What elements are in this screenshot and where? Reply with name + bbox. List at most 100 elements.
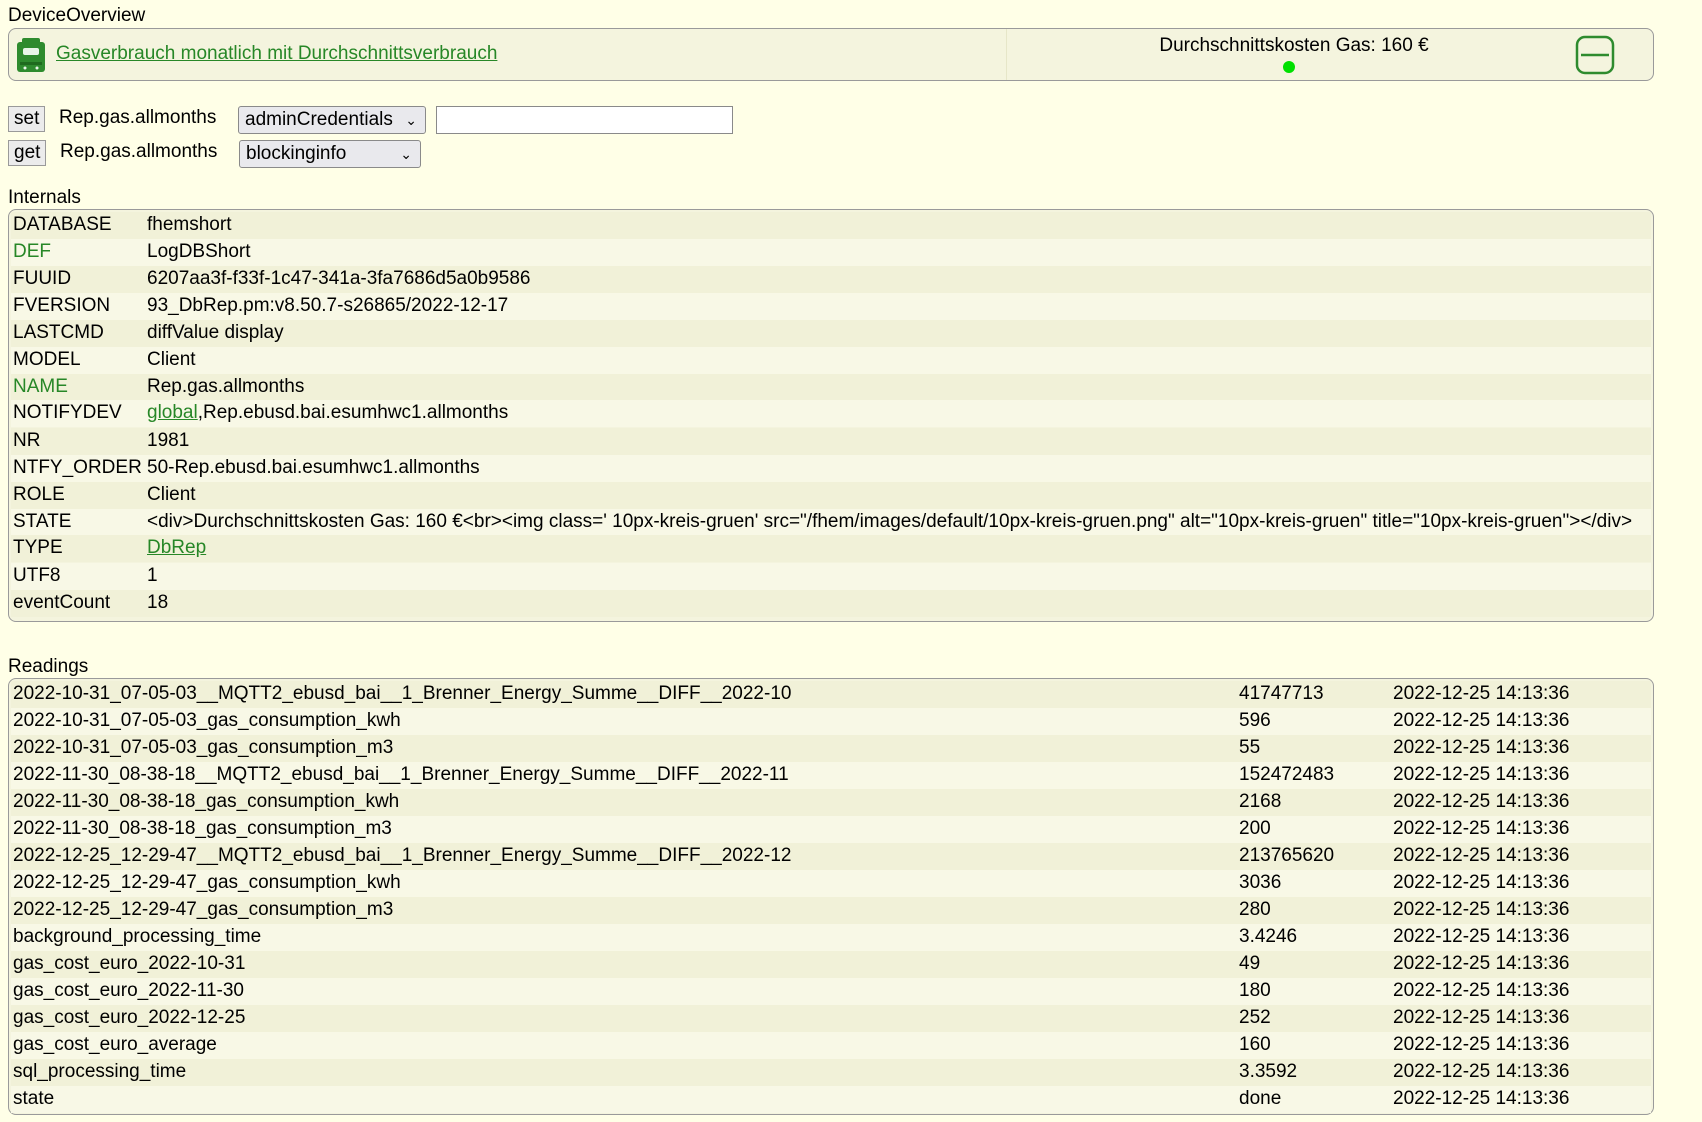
reading-name[interactable]: 2022-11-30_08-38-18__MQTT2_ebusd_bai__1_… <box>13 764 789 786</box>
reading-name[interactable]: gas_cost_euro_average <box>13 1034 217 1056</box>
reading-name[interactable]: sql_processing_time <box>13 1061 186 1083</box>
chevron-down-icon: ⌄ <box>400 146 412 162</box>
reading-name[interactable]: 2022-12-25_12-29-47__MQTT2_ebusd_bai__1_… <box>13 845 791 867</box>
reading-value: 213765620 <box>1239 845 1335 866</box>
internal-value: Rep.gas.allmonths <box>147 376 305 397</box>
internal-value: global,Rep.ebusd.bai.esumhwc1.allmonths <box>147 402 508 424</box>
internal-value: 18 <box>147 592 169 613</box>
internals-table: DATABASE fhemshort DEF LogDBShort FUUID 6207a… <box>8 209 1654 622</box>
internal-value: Client <box>147 484 196 505</box>
reading-value: 2168 <box>1239 791 1282 812</box>
reading-timestamp: 2022-12-25 14:13:36 <box>1393 1007 1570 1028</box>
internal-name: FUUID <box>13 268 72 289</box>
reading-name[interactable]: 2022-12-25_12-29-47_gas_consumption_kwh <box>13 872 401 894</box>
reading-row: 2022-12-25_12-29-47_gas_consumption_kwh 3… <box>11 870 1651 897</box>
get-button[interactable]: get <box>8 140 47 166</box>
set-select[interactable]: adminCredentials ⌄ <box>238 106 426 134</box>
internal-value-rest: ,Rep.ebusd.bai.esumhwc1.allmonths <box>197 402 509 423</box>
reading-name[interactable]: 2022-11-30_08-38-18_gas_consumption_kwh <box>13 791 399 813</box>
chevron-down-icon: ⌄ <box>405 112 417 128</box>
reading-timestamp: 2022-12-25 14:13:36 <box>1393 1061 1570 1082</box>
reading-timestamp: 2022-12-25 14:13:36 <box>1393 683 1570 704</box>
readings-table: 2022-10-31_07-05-03__MQTT2_ebusd_bai__1_… <box>8 678 1654 1115</box>
reading-row: background_processing_time 3.4246 2022-12-… <box>11 924 1651 951</box>
reading-row: state done 2022-12-25 14:13:36 <box>11 1086 1651 1113</box>
internal-row: NTFY_ORDER 50-Rep.ebusd.bai.esumhwc1.allm… <box>11 455 1651 482</box>
reading-row: gas_cost_euro_2022-12-25 252 2022-12-25 14… <box>11 1005 1651 1032</box>
get-select[interactable]: blockinginfo ⌄ <box>239 140 421 168</box>
reading-name[interactable]: background_processing_time <box>13 926 261 948</box>
internal-name: UTF8 <box>13 565 61 586</box>
reading-value: 3.3592 <box>1239 1061 1298 1082</box>
internal-row: ROLE Client <box>11 482 1651 509</box>
reading-value: 49 <box>1239 953 1261 974</box>
internal-value: Client <box>147 349 196 370</box>
reading-row: gas_cost_euro_average 160 2022-12-25 14:13… <box>11 1032 1651 1059</box>
internal-name: LASTCMD <box>13 322 104 343</box>
device-overview-title: DeviceOverview <box>8 5 146 26</box>
reading-row: 2022-10-31_07-05-03_gas_consumption_m3 55… <box>11 735 1651 762</box>
internal-row: TYPE DbRep <box>11 535 1651 562</box>
internal-name: NOTIFYDEV <box>13 402 122 423</box>
internal-name: ROLE <box>13 484 65 505</box>
set-button[interactable]: set <box>8 106 46 132</box>
internal-name[interactable]: NAME <box>13 376 68 398</box>
set-value-input[interactable] <box>436 106 733 134</box>
reading-name[interactable]: 2022-10-31_07-05-03_gas_consumption_kwh <box>13 710 401 732</box>
reading-timestamp: 2022-12-25 14:13:36 <box>1393 710 1570 731</box>
reading-name[interactable]: gas_cost_euro_2022-10-31 <box>13 953 245 975</box>
reading-value: done <box>1239 1088 1282 1109</box>
internal-value-link[interactable]: global <box>147 402 198 423</box>
internal-row: FVERSION 93_DbRep.pm:v8.50.7-s26865/2022-… <box>11 293 1651 320</box>
internal-name[interactable]: DEF <box>13 241 51 263</box>
internal-row: UTF8 1 <box>11 563 1651 590</box>
device-link[interactable]: Gasverbrauch monatlich mit Durchschnitts… <box>56 43 497 65</box>
reading-name[interactable]: 2022-12-25_12-29-47_gas_consumption_m3 <box>13 899 393 921</box>
get-select-value: blockinginfo <box>246 143 347 164</box>
reading-name[interactable]: gas_cost_euro_2022-12-25 <box>13 1007 245 1029</box>
reading-value: 160 <box>1239 1034 1271 1055</box>
reading-row: 2022-12-25_12-29-47_gas_consumption_m3 28… <box>11 897 1651 924</box>
reading-row: gas_cost_euro_2022-11-30 180 2022-12-25 14… <box>11 978 1651 1005</box>
reading-timestamp: 2022-12-25 14:13:36 <box>1393 1088 1570 1109</box>
internal-value: <div>Durchschnittskosten Gas: 160 €<br><… <box>147 511 1633 532</box>
reading-timestamp: 2022-12-25 14:13:36 <box>1393 737 1570 758</box>
device-state-text[interactable]: Durchschnittskosten Gas: 160 € <box>1009 35 1579 57</box>
internal-row: NR 1981 <box>11 428 1651 455</box>
internal-name: FVERSION <box>13 295 111 316</box>
internal-value-link[interactable]: DbRep <box>147 537 206 558</box>
reading-value: 41747713 <box>1239 683 1324 704</box>
internal-name: NTFY_ORDER <box>13 457 142 478</box>
internal-row: eventCount 18 <box>11 590 1651 617</box>
internal-name: DATABASE <box>13 214 112 235</box>
internal-value: fhemshort <box>147 214 232 235</box>
reading-name[interactable]: 2022-10-31_07-05-03_gas_consumption_m3 <box>13 737 393 759</box>
internal-value: 1 <box>147 565 158 586</box>
get-device-name: Rep.gas.allmonths <box>60 141 218 162</box>
reading-timestamp: 2022-12-25 14:13:36 <box>1393 1034 1570 1055</box>
device-overview-panel: Gasverbrauch monatlich mit Durchschnitts… <box>8 28 1654 81</box>
reading-timestamp: 2022-12-25 14:13:36 <box>1393 899 1570 920</box>
reading-value: 3.4246 <box>1239 926 1298 947</box>
reading-row: sql_processing_time 3.3592 2022-12-25 14:1… <box>11 1059 1651 1086</box>
device-cell: Gasverbrauch monatlich mit Durchschnitts… <box>9 29 1007 80</box>
toggle-icon[interactable] <box>1575 35 1615 75</box>
reading-value: 3036 <box>1239 872 1282 893</box>
internal-name: MODEL <box>13 349 81 370</box>
reading-timestamp: 2022-12-25 14:13:36 <box>1393 791 1570 812</box>
reading-value: 180 <box>1239 980 1271 1001</box>
reading-row: gas_cost_euro_2022-10-31 49 2022-12-25 14:… <box>11 951 1651 978</box>
reading-name[interactable]: 2022-11-30_08-38-18_gas_consumption_m3 <box>13 818 392 840</box>
device-icon[interactable] <box>15 36 47 74</box>
internal-name: eventCount <box>13 592 111 613</box>
internal-row: FUUID 6207aa3f-f33f-1c47-341a-3fa7686d5a0… <box>11 266 1651 293</box>
reading-name[interactable]: 2022-10-31_07-05-03__MQTT2_ebusd_bai__1_… <box>13 683 791 705</box>
reading-value: 152472483 <box>1239 764 1335 785</box>
reading-timestamp: 2022-12-25 14:13:36 <box>1393 980 1570 1001</box>
reading-name[interactable]: gas_cost_euro_2022-11-30 <box>13 980 244 1002</box>
internal-row: STATE <div>Durchschnittskosten Gas: 160 €… <box>11 509 1651 536</box>
internal-value: DbRep <box>147 537 206 559</box>
reading-name[interactable]: state <box>13 1088 54 1110</box>
internal-value: 50-Rep.ebusd.bai.esumhwc1.allmonths <box>147 457 480 478</box>
internal-row: DATABASE fhemshort <box>11 212 1651 239</box>
